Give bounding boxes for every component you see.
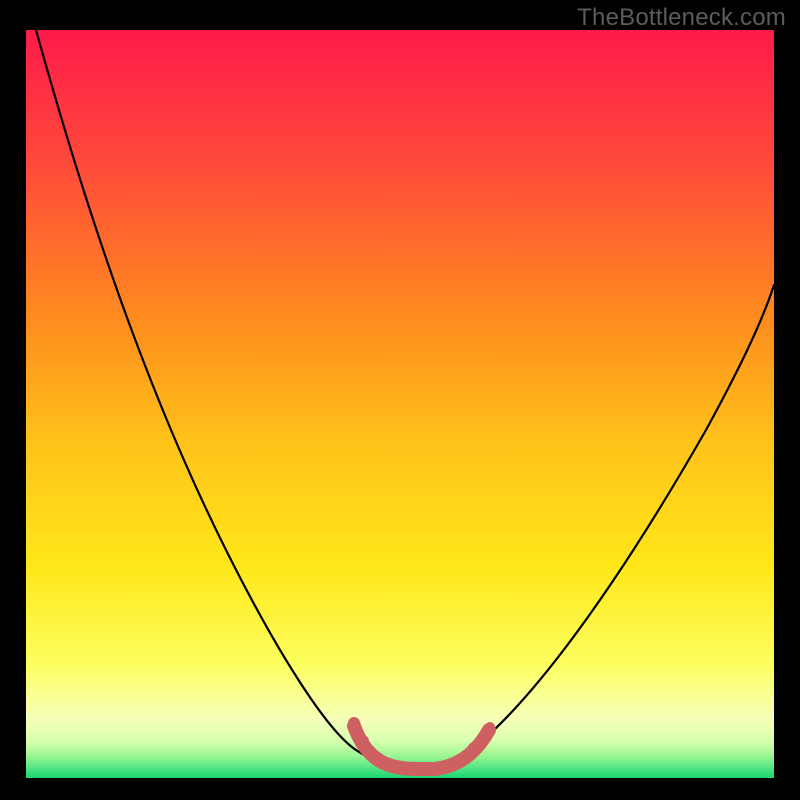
highlight-dot bbox=[357, 735, 369, 747]
highlight-dot bbox=[371, 751, 381, 761]
highlight-dot bbox=[348, 717, 360, 729]
highlight-dot bbox=[468, 742, 480, 754]
bottleneck-curve bbox=[36, 30, 774, 767]
highlight-dot bbox=[485, 722, 495, 732]
curve-layer bbox=[26, 30, 774, 778]
outer-frame: TheBottleneck.com bbox=[0, 0, 800, 800]
plot-area bbox=[26, 30, 774, 778]
highlight-dot bbox=[479, 731, 489, 741]
watermark-text: TheBottleneck.com bbox=[577, 4, 786, 32]
